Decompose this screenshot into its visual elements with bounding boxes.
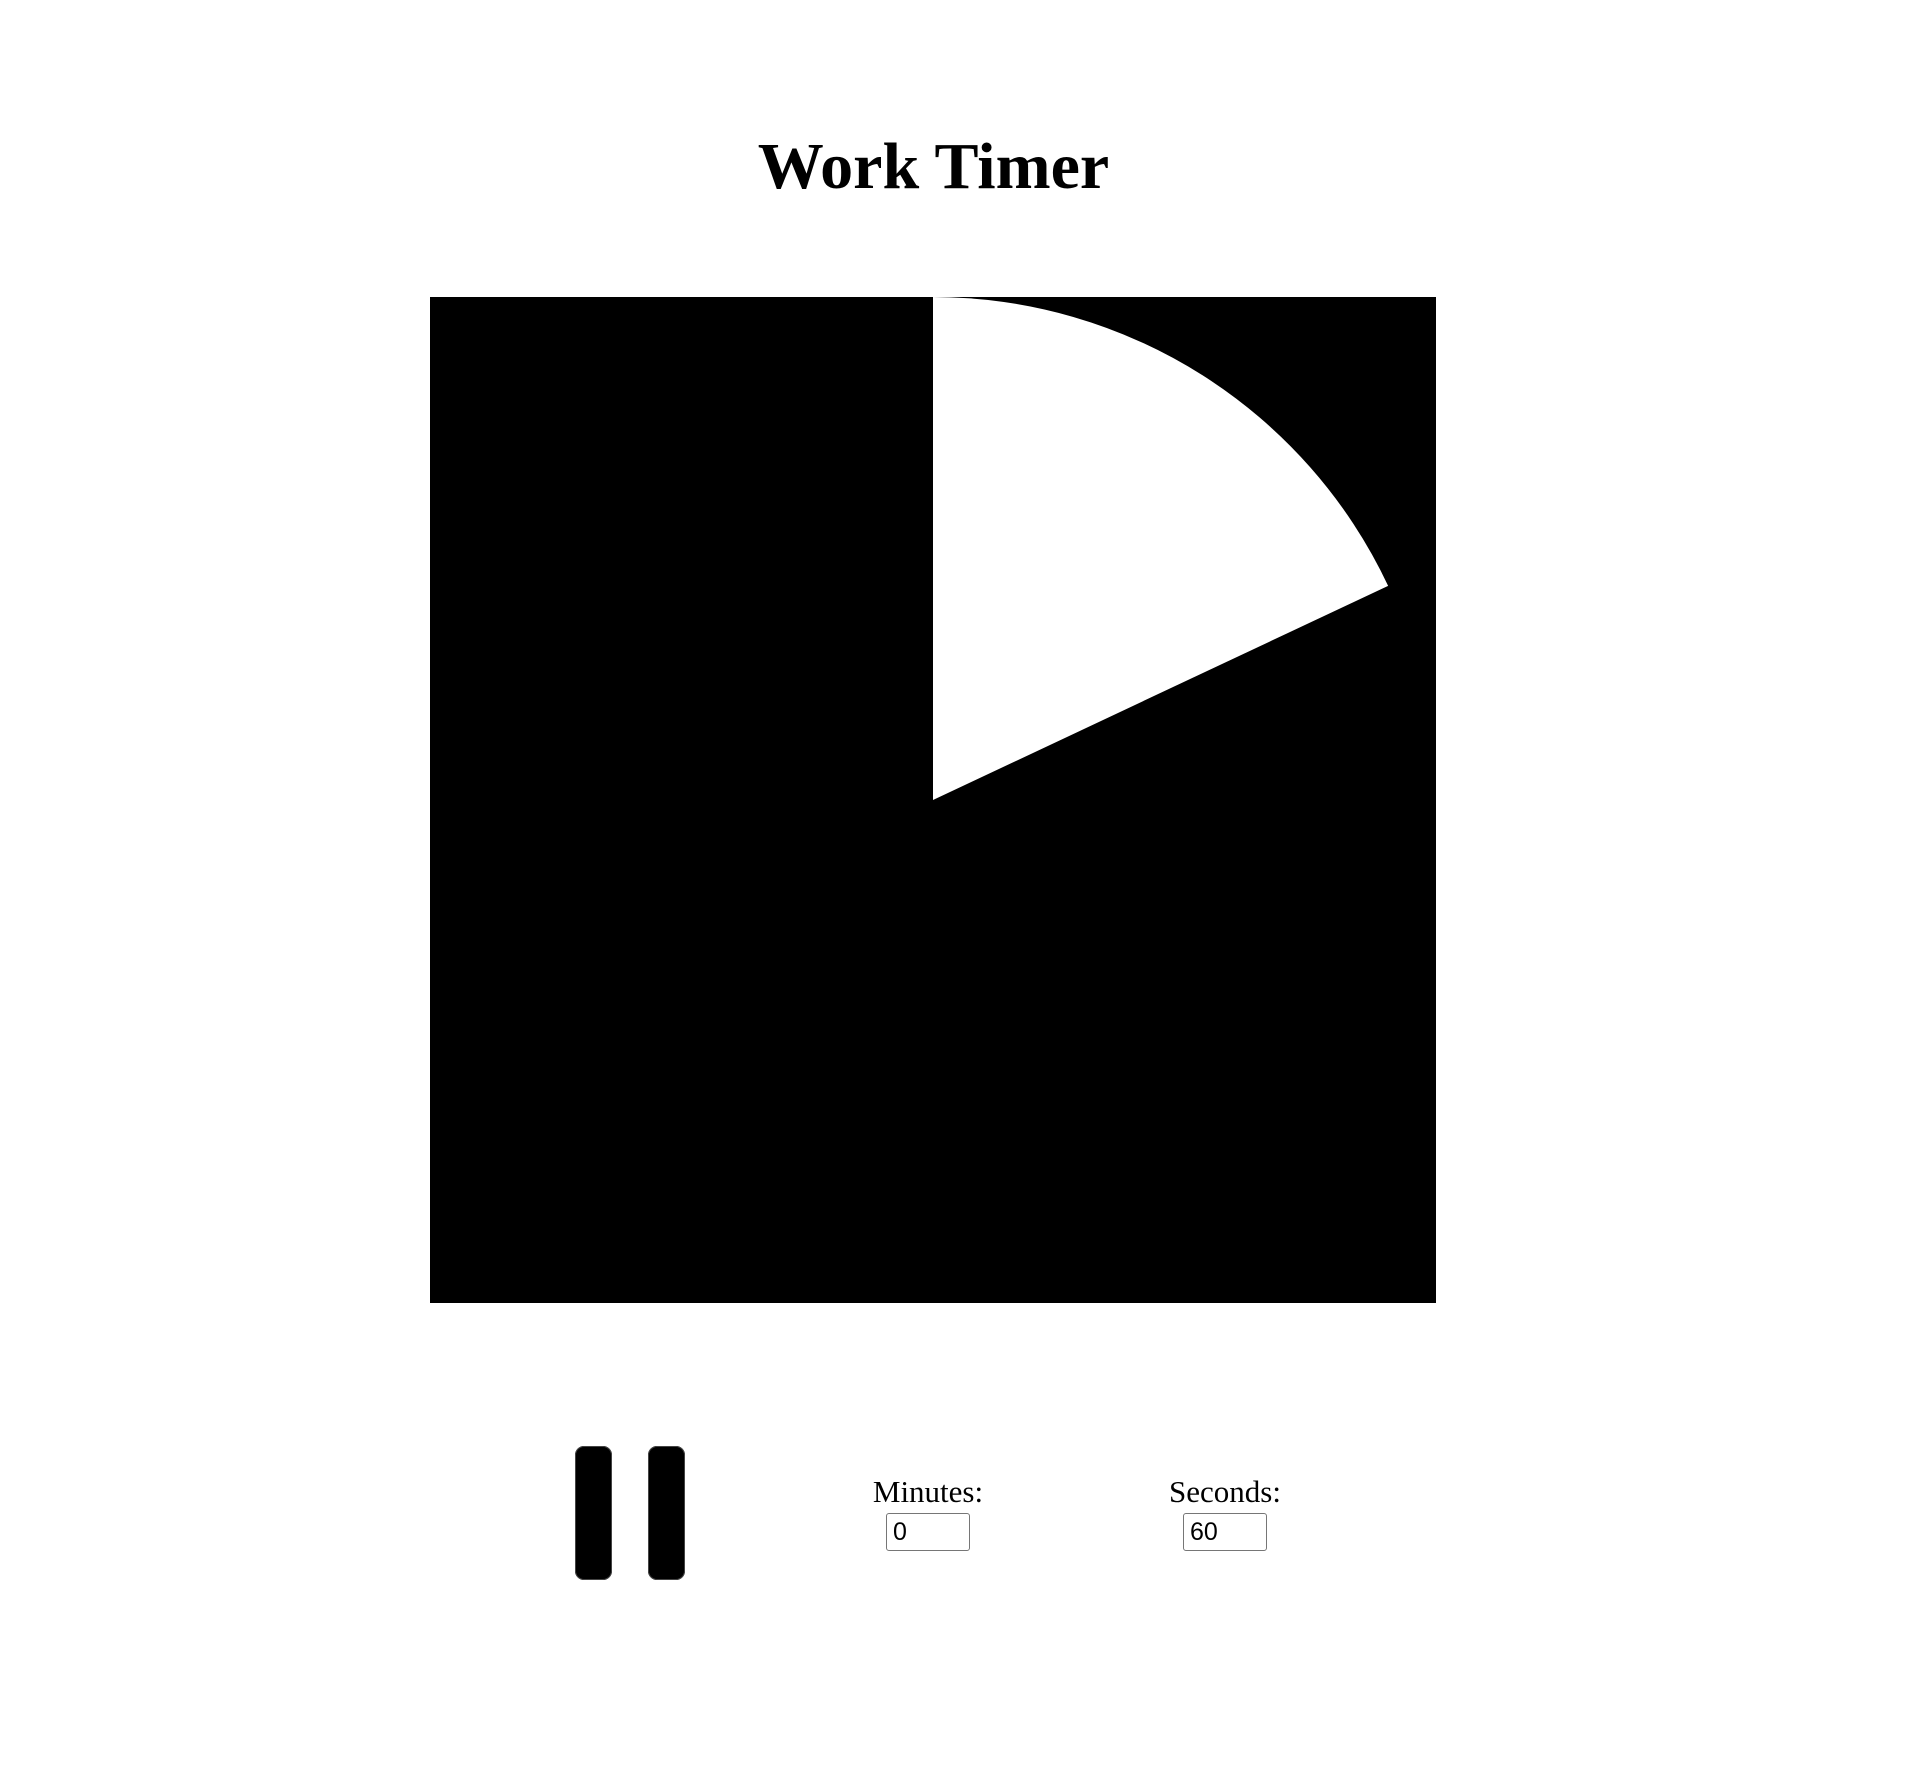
seconds-field-group: Seconds: [1145,1475,1305,1551]
minutes-label: Minutes: [872,1474,984,1509]
minutes-field-group: Minutes: [848,1475,1008,1551]
seconds-label: Seconds: [1169,1474,1281,1509]
minutes-input[interactable] [886,1513,970,1551]
pause-button[interactable] [575,1446,687,1580]
timer-display [430,297,1436,1303]
seconds-input[interactable] [1183,1513,1267,1551]
pause-icon-bar-left [575,1446,612,1580]
page-title: Work Timer [757,130,1110,203]
pause-icon-bar-right [648,1446,685,1580]
